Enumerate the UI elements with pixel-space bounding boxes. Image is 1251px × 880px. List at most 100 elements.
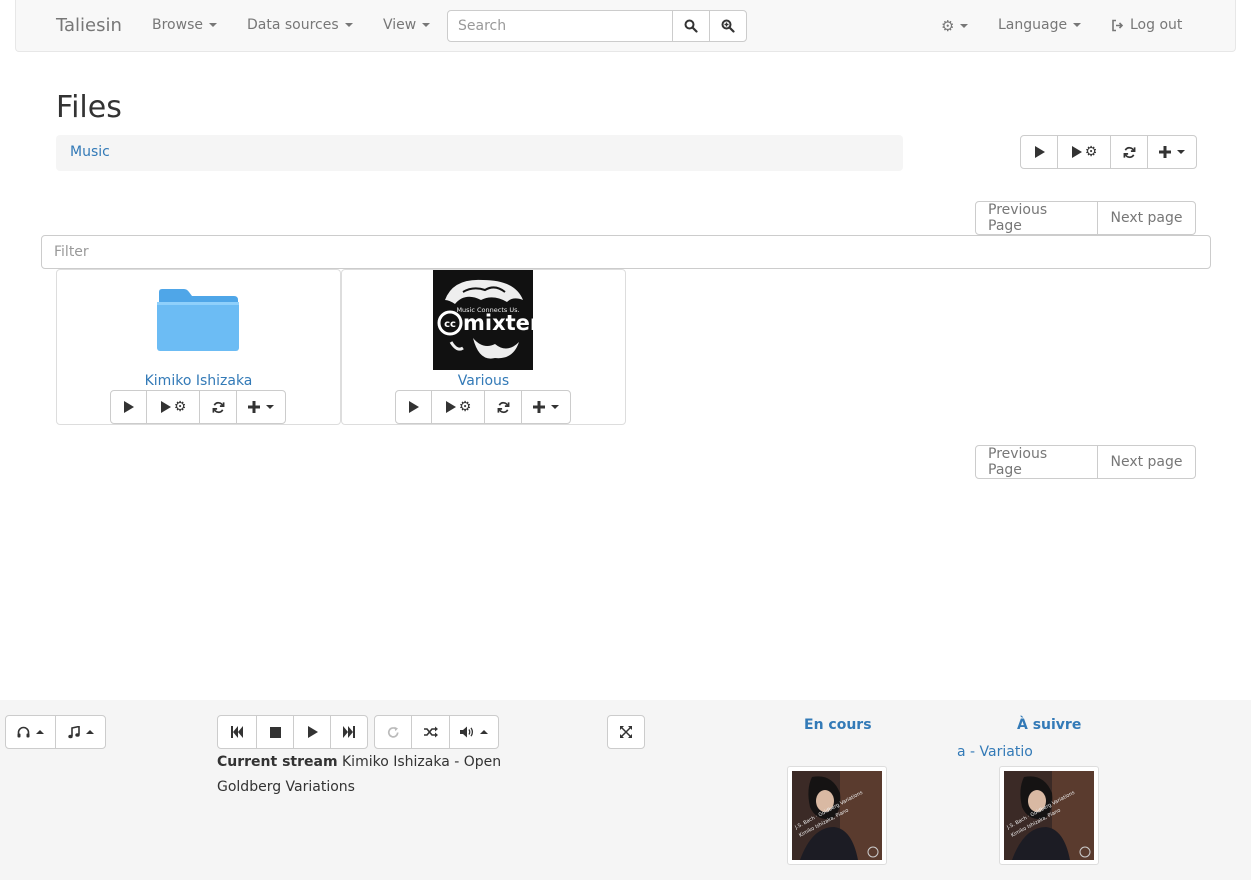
shuffle-icon [423, 726, 438, 738]
pager-top: Previous Page Next page [975, 201, 1196, 235]
now-playing-label: En cours [804, 717, 872, 733]
play-icon [1071, 146, 1082, 158]
logout-label: Log out [1130, 17, 1183, 33]
refresh-button[interactable] [1110, 135, 1148, 169]
play-button[interactable] [395, 390, 432, 424]
music-note-icon [67, 725, 80, 738]
caret-down-icon [1177, 150, 1185, 154]
gear-icon: ⚙ [458, 399, 472, 415]
card-actions: ⚙ [395, 390, 571, 424]
view-menu[interactable]: View [383, 17, 431, 33]
music-menu-button[interactable] [55, 715, 106, 749]
current-stream-label: Current stream [217, 754, 338, 770]
gear-icon: ⚙ [173, 399, 187, 415]
next-up-label: À suivre [1017, 717, 1082, 733]
play-advanced-button[interactable]: ⚙ [431, 390, 485, 424]
card-title[interactable]: Various [342, 373, 625, 389]
play-advanced-button[interactable]: ⚙ [146, 390, 200, 424]
gear-icon: ⚙ [1084, 144, 1098, 160]
svg-text:cc: cc [444, 319, 456, 330]
now-playing-cover[interactable]: J.S. Bach · Goldberg Variations Kimiko I… [787, 766, 887, 865]
fullscreen-group [607, 715, 645, 749]
next-up-cover[interactable]: J.S. Bach · Goldberg Variations Kimiko I… [999, 766, 1099, 865]
search-button[interactable] [672, 10, 710, 42]
next-page-button[interactable]: Next page [1097, 445, 1196, 479]
player-menus [5, 715, 106, 749]
play-icon [124, 401, 134, 413]
playback-options [374, 715, 499, 749]
browse-label: Browse [152, 17, 203, 33]
search-input[interactable] [447, 10, 673, 42]
advanced-search-button[interactable] [709, 10, 747, 42]
plus-icon [1159, 146, 1171, 158]
refresh-button[interactable] [199, 390, 237, 424]
data-sources-menu[interactable]: Data sources [247, 17, 353, 33]
logout-link[interactable]: Log out [1111, 17, 1182, 33]
breadcrumb: Music [56, 135, 903, 171]
next-track-button[interactable] [330, 715, 368, 749]
previous-track-button[interactable] [217, 715, 257, 749]
add-menu-button[interactable] [521, 390, 571, 424]
play-button[interactable] [110, 390, 147, 424]
zoom-in-icon [721, 19, 735, 33]
settings-menu[interactable]: ⚙ [941, 17, 969, 35]
logout-icon [1112, 19, 1124, 31]
refresh-icon [1123, 146, 1135, 158]
caret-up-icon [480, 730, 488, 734]
search-icon [684, 19, 698, 33]
language-menu[interactable]: Language [998, 17, 1082, 33]
play-icon [307, 726, 318, 738]
repeat-icon [387, 726, 399, 738]
scrolling-title: a - Variatio [920, 744, 1120, 760]
pager-bottom: Previous Page Next page [975, 445, 1196, 479]
current-stream-info: Current stream Kimiko Ishizaka - Open Go… [217, 750, 517, 800]
volume-menu-button[interactable] [449, 715, 499, 749]
brand-link[interactable]: Taliesin [56, 15, 122, 36]
card-title[interactable]: Kimiko Ishizaka [57, 373, 340, 389]
output-menu-button[interactable] [5, 715, 56, 749]
player-footer: Current stream Kimiko Ishizaka - Open Go… [0, 700, 1251, 880]
next-page-button[interactable]: Next page [1097, 201, 1196, 235]
refresh-button[interactable] [484, 390, 522, 424]
stop-button[interactable] [256, 715, 294, 749]
scrolling-title-text: a - Variatio [957, 744, 1033, 760]
play-advanced-button[interactable]: ⚙ [1057, 135, 1111, 169]
file-card: Kimiko Ishizaka ⚙ [56, 269, 341, 425]
caret-down-icon [551, 405, 559, 409]
headphones-icon [17, 726, 30, 738]
shuffle-button[interactable] [411, 715, 450, 749]
add-menu-button[interactable] [236, 390, 286, 424]
gear-icon: ⚙ [941, 17, 955, 35]
previous-page-button[interactable]: Previous Page [975, 445, 1098, 479]
folder-icon[interactable] [148, 270, 248, 370]
file-card: Music Connects Us. cc mixter Various ⚙ [341, 269, 626, 425]
fullscreen-button[interactable] [607, 715, 645, 749]
filter-input[interactable] [41, 235, 1211, 269]
caret-down-icon [208, 23, 217, 27]
skip-back-icon [231, 726, 243, 738]
caret-down-icon [1073, 23, 1082, 27]
volume-icon [460, 726, 474, 738]
play-button[interactable] [293, 715, 331, 749]
previous-page-button[interactable]: Previous Page [975, 201, 1098, 235]
language-label: Language [998, 17, 1068, 33]
plus-icon [533, 401, 545, 413]
top-navbar: Taliesin Browse Data sources View ⚙ Lang… [15, 0, 1236, 52]
view-label: View [383, 17, 417, 33]
repeat-button[interactable] [374, 715, 412, 749]
svg-text:mixter: mixter [463, 311, 533, 335]
folder-actions: ⚙ [1020, 135, 1197, 169]
browse-menu[interactable]: Browse [152, 17, 217, 33]
play-icon [409, 401, 419, 413]
card-actions: ⚙ [110, 390, 286, 424]
breadcrumb-item-music[interactable]: Music [70, 144, 110, 160]
skip-forward-icon [343, 726, 355, 738]
add-menu-button[interactable] [1147, 135, 1197, 169]
transport-controls [217, 715, 368, 749]
caret-down-icon [344, 23, 353, 27]
caret-up-icon [36, 730, 44, 734]
caret-down-icon [422, 23, 431, 27]
ccmixter-logo[interactable]: Music Connects Us. cc mixter [433, 270, 533, 370]
caret-down-icon [266, 405, 274, 409]
play-button[interactable] [1020, 135, 1058, 169]
